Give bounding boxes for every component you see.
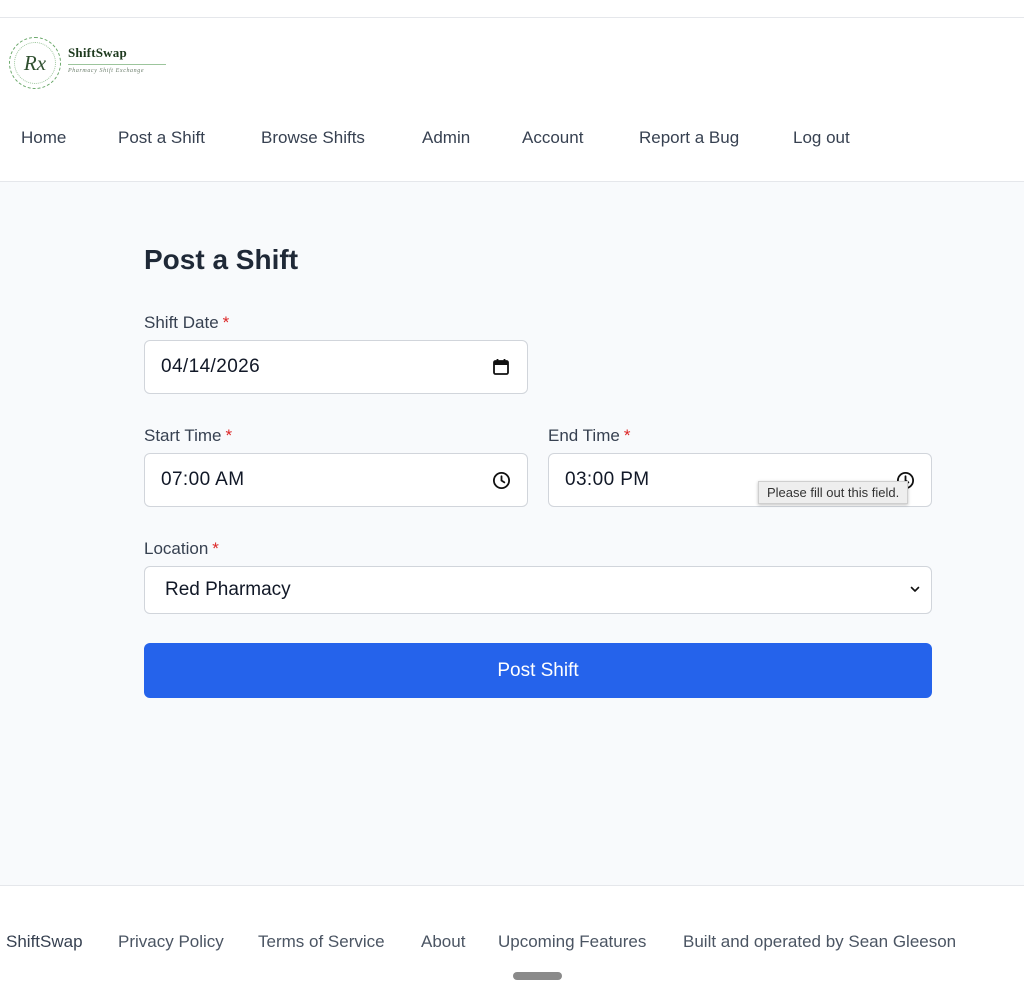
shift-date-value: 04/14/2026	[161, 356, 261, 377]
post-shift-button[interactable]: Post Shift	[144, 643, 932, 698]
end-time-label-text: End Time	[548, 426, 620, 445]
location-label: Location *	[144, 539, 219, 559]
validation-tooltip: Please fill out this field.	[758, 481, 909, 504]
logo-text: ShiftSwap Pharmacy Shift Exchange	[68, 45, 166, 74]
required-marker: *	[212, 539, 219, 558]
nav-browse-shifts[interactable]: Browse Shifts	[261, 128, 365, 148]
shift-date-label: Shift Date *	[144, 313, 229, 333]
location-select[interactable]: Red Pharmacy	[144, 566, 932, 614]
nav-admin[interactable]: Admin	[422, 128, 470, 148]
nav-account[interactable]: Account	[522, 128, 583, 148]
logo-app-name: ShiftSwap	[68, 44, 127, 60]
logo-mark: Rx	[23, 50, 47, 75]
app-logo[interactable]: Rx ShiftSwap Pharmacy Shift Exchange	[9, 37, 166, 89]
required-marker: *	[623, 426, 631, 445]
footer-link-privacy-policy[interactable]: Privacy Policy	[118, 932, 224, 952]
home-indicator	[513, 972, 562, 980]
nav-home[interactable]: Home	[21, 128, 66, 148]
nav-log-out[interactable]: Log out	[793, 128, 850, 148]
footer-credit: Built and operated by Sean Gleeson	[683, 932, 957, 951]
clock-icon[interactable]	[491, 470, 511, 490]
start-time-value: 07:00 AM	[161, 469, 245, 490]
page: Rx ShiftSwap Pharmacy Shift Exchange Hom…	[0, 0, 1024, 988]
start-time-label-text: Start Time	[144, 426, 222, 445]
location-label-text: Location	[144, 539, 209, 558]
footer-link-about[interactable]: About	[421, 932, 465, 952]
calendar-icon[interactable]	[491, 357, 511, 377]
required-marker: *	[225, 426, 233, 445]
main-content: Post a Shift Shift Date * 04/14/2026 Star…	[0, 182, 1024, 885]
footer-divider	[0, 885, 1024, 886]
chevron-down-icon	[909, 579, 921, 601]
top-divider	[0, 17, 1024, 18]
shift-date-label-text: Shift Date	[144, 313, 219, 332]
end-time-label: End Time *	[548, 426, 630, 446]
rx-logo-icon: Rx	[9, 37, 61, 89]
logo-tagline: Pharmacy Shift Exchange	[68, 63, 166, 74]
footer-link-terms-of-service[interactable]: Terms of Service	[258, 932, 385, 952]
shift-date-input[interactable]: 04/14/2026	[144, 340, 528, 394]
start-time-input[interactable]: 07:00 AM	[144, 453, 528, 507]
location-selected-value: Red Pharmacy	[165, 579, 291, 600]
footer-brand[interactable]: ShiftSwap	[6, 932, 83, 952]
footer-link-upcoming-features[interactable]: Upcoming Features	[498, 932, 646, 952]
nav-report-a-bug[interactable]: Report a Bug	[639, 128, 739, 148]
nav-post-a-shift[interactable]: Post a Shift	[118, 128, 205, 148]
page-title: Post a Shift	[144, 244, 299, 275]
start-time-label: Start Time *	[144, 426, 232, 446]
required-marker: *	[222, 313, 230, 332]
